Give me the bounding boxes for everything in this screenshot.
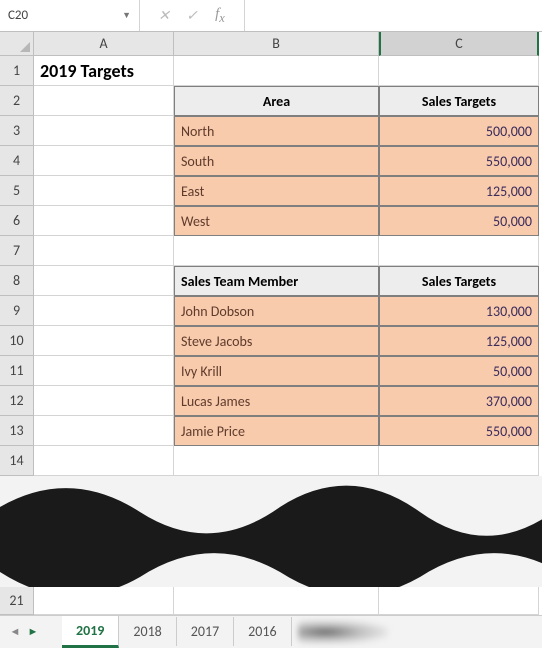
table-cell[interactable]: John Dobson bbox=[174, 296, 379, 326]
cell[interactable] bbox=[34, 116, 174, 146]
sheet-tab-2019[interactable]: 2019 bbox=[62, 616, 119, 648]
cell[interactable] bbox=[174, 236, 379, 266]
table-cell[interactable]: Steve Jacobs bbox=[174, 326, 379, 356]
table-cell[interactable]: East bbox=[174, 176, 379, 206]
cell[interactable] bbox=[34, 416, 174, 446]
col-header-C[interactable]: C bbox=[379, 32, 539, 56]
cell[interactable] bbox=[379, 587, 539, 615]
cell[interactable] bbox=[34, 296, 174, 326]
cell[interactable] bbox=[174, 56, 379, 86]
row-header[interactable]: 4 bbox=[0, 146, 34, 176]
cancel-icon: ✕ bbox=[150, 7, 178, 24]
chevron-down-icon[interactable]: ▼ bbox=[116, 10, 131, 21]
row-header[interactable]: 7 bbox=[0, 236, 34, 266]
row-header[interactable]: 12 bbox=[0, 386, 34, 416]
cell[interactable] bbox=[34, 587, 174, 615]
cell[interactable] bbox=[34, 236, 174, 266]
row-header[interactable]: 5 bbox=[0, 176, 34, 206]
formula-input[interactable] bbox=[245, 0, 542, 31]
cell[interactable] bbox=[34, 386, 174, 416]
col-header-A[interactable]: A bbox=[34, 32, 174, 56]
sheet-tab-2018[interactable]: 2018 bbox=[119, 617, 176, 646]
table-cell[interactable]: Lucas James bbox=[174, 386, 379, 416]
table-cell[interactable]: 500,000 bbox=[379, 116, 539, 146]
row-header[interactable]: 6 bbox=[0, 206, 34, 236]
select-all-button[interactable] bbox=[0, 32, 34, 56]
cell[interactable] bbox=[34, 146, 174, 176]
table-cell[interactable]: 50,000 bbox=[379, 356, 539, 386]
row-header[interactable]: 10 bbox=[0, 326, 34, 356]
row-header[interactable]: 14 bbox=[0, 446, 34, 476]
sheet-tab-2017[interactable]: 2017 bbox=[177, 617, 234, 646]
row-header[interactable]: 9 bbox=[0, 296, 34, 326]
tab-nav-next-icon[interactable]: ► bbox=[24, 625, 42, 638]
row-header[interactable]: 1 bbox=[0, 56, 34, 86]
table-cell[interactable]: North bbox=[174, 116, 379, 146]
cell[interactable] bbox=[174, 446, 379, 476]
table-header[interactable]: Sales Targets bbox=[379, 86, 539, 116]
page-title[interactable]: 2019 Targets bbox=[34, 56, 174, 86]
table-cell[interactable]: West bbox=[174, 206, 379, 236]
accept-icon: ✓ bbox=[178, 7, 206, 24]
cell[interactable] bbox=[174, 587, 379, 615]
formula-buttons: ✕ ✓ fx bbox=[140, 0, 245, 31]
table-header[interactable]: Area bbox=[174, 86, 379, 116]
row-header[interactable]: 13 bbox=[0, 416, 34, 446]
torn-edge-decoration bbox=[0, 477, 542, 597]
cell[interactable] bbox=[34, 446, 174, 476]
table-cell[interactable]: 50,000 bbox=[379, 206, 539, 236]
cell[interactable] bbox=[34, 266, 174, 296]
tab-nav-prev-icon[interactable]: ◄ bbox=[6, 625, 24, 638]
table-cell[interactable]: 550,000 bbox=[379, 416, 539, 446]
table-cell[interactable]: Ivy Krill bbox=[174, 356, 379, 386]
cell[interactable] bbox=[34, 176, 174, 206]
table-cell[interactable]: 550,000 bbox=[379, 146, 539, 176]
table-cell[interactable]: 370,000 bbox=[379, 386, 539, 416]
spreadsheet-grid: A B C 1 2 3 4 5 6 7 8 9 10 11 12 13 14 2… bbox=[0, 32, 542, 476]
table-header[interactable]: Sales Team Member bbox=[174, 266, 379, 296]
formula-bar: C20 ▼ ✕ ✓ fx bbox=[0, 0, 542, 32]
table-cell[interactable]: 125,000 bbox=[379, 326, 539, 356]
row-header[interactable]: 8 bbox=[0, 266, 34, 296]
cell[interactable] bbox=[34, 356, 174, 386]
cell[interactable] bbox=[379, 56, 539, 86]
sheet-tabs-bar: ◄ ► 2019 2018 2017 2016 bbox=[0, 615, 542, 647]
name-box[interactable]: C20 ▼ bbox=[0, 0, 140, 31]
sheet-tab-2016[interactable]: 2016 bbox=[234, 617, 291, 646]
table-cell[interactable]: 130,000 bbox=[379, 296, 539, 326]
table-cell[interactable]: South bbox=[174, 146, 379, 176]
col-header-B[interactable]: B bbox=[174, 32, 379, 56]
row-header[interactable]: 3 bbox=[0, 116, 34, 146]
blurred-area bbox=[298, 620, 388, 644]
column-headers: A B C bbox=[0, 32, 542, 56]
row-header[interactable]: 21 bbox=[0, 587, 34, 615]
fx-icon[interactable]: fx bbox=[206, 6, 234, 26]
name-box-value: C20 bbox=[8, 8, 116, 23]
table-cell[interactable]: 125,000 bbox=[379, 176, 539, 206]
row-header[interactable]: 11 bbox=[0, 356, 34, 386]
cell[interactable] bbox=[379, 236, 539, 266]
row-headers: 1 2 3 4 5 6 7 8 9 10 11 12 13 14 bbox=[0, 56, 34, 476]
row-header[interactable]: 2 bbox=[0, 86, 34, 116]
cell[interactable] bbox=[34, 326, 174, 356]
cell[interactable] bbox=[34, 206, 174, 236]
table-cell[interactable]: Jamie Price bbox=[174, 416, 379, 446]
cell[interactable] bbox=[379, 446, 539, 476]
cell[interactable] bbox=[34, 86, 174, 116]
cells-area[interactable]: 2019 Targets Area Sales Targets North 50… bbox=[34, 56, 539, 476]
table-header[interactable]: Sales Targets bbox=[379, 266, 539, 296]
